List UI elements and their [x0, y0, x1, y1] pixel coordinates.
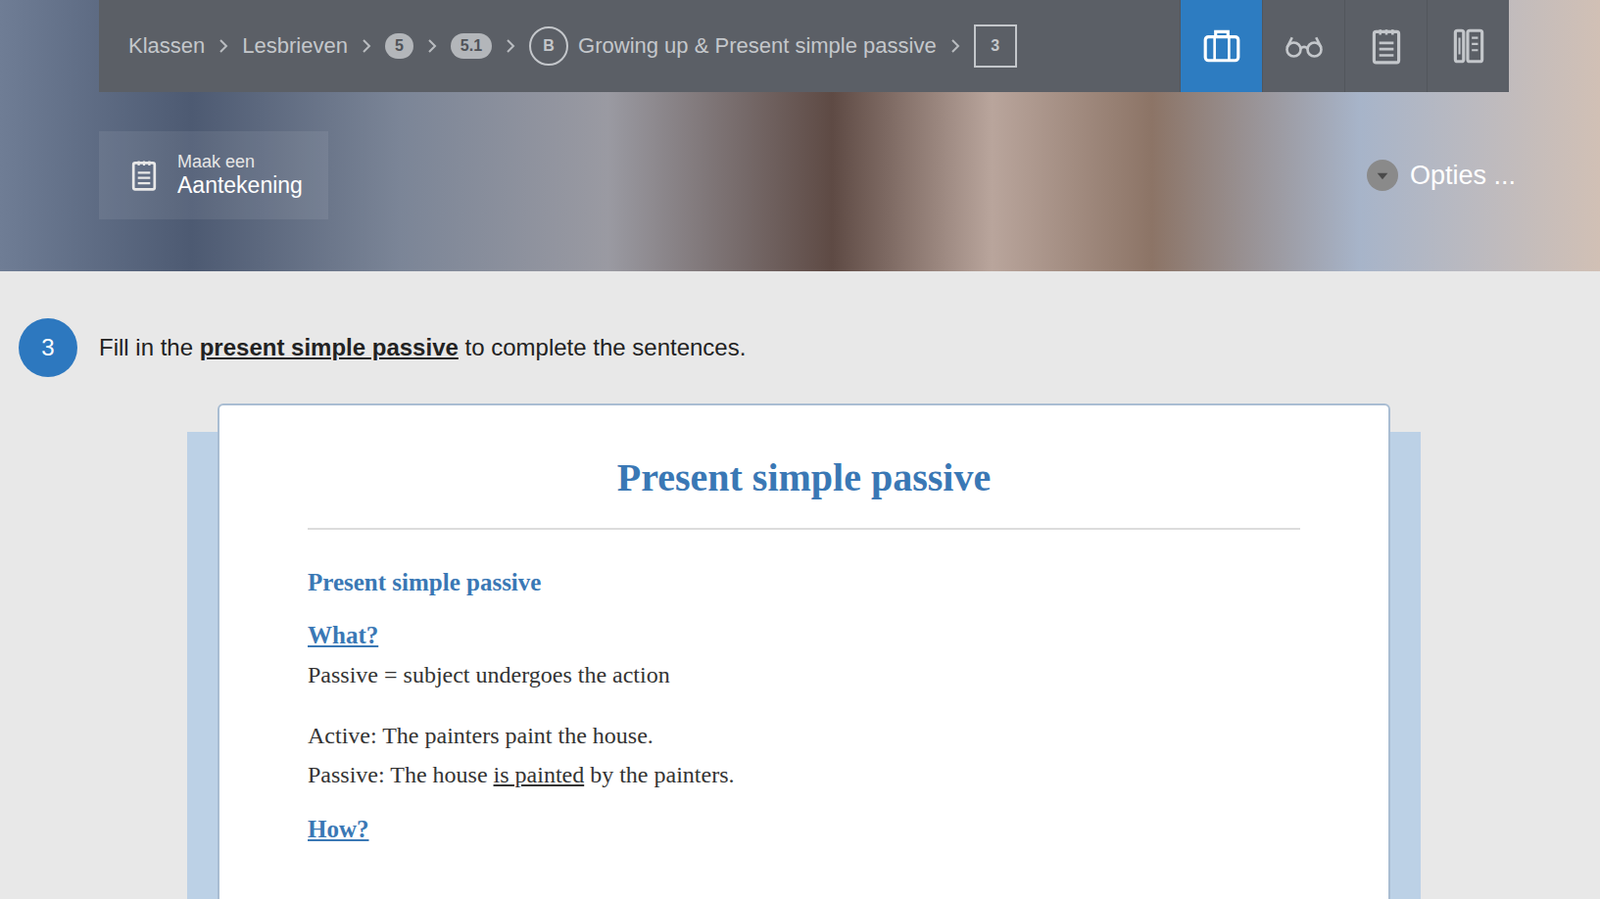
card-section: How?	[307, 816, 1301, 844]
chevron-icon	[427, 38, 437, 54]
chevron-icon	[218, 38, 229, 54]
page: Klassen Lesbrieven 5 5.1 B Growing up & Prese…	[0, 0, 1600, 899]
card-section: What? Passive = subject undergoes the act…	[307, 622, 1301, 795]
breadcrumb-badge[interactable]: 5	[385, 33, 414, 59]
paragraph: Active: The painters paint the house.Pas…	[307, 716, 1301, 795]
note-label: Maak eenAantekening	[177, 151, 303, 199]
exercise: 3 Fill in the present simple passive to c…	[0, 271, 1600, 899]
text-line: Passive: The house is painted by the pai…	[307, 755, 1301, 795]
book-icon	[1448, 25, 1490, 67]
top-navbar: Klassen Lesbrieven 5 5.1 B Growing up & Prese…	[98, 0, 1509, 93]
breadcrumb: Klassen Lesbrieven 5 5.1 B Growing up & Prese…	[98, 0, 1018, 93]
breadcrumb-badge[interactable]: 5.1	[450, 33, 492, 59]
grammar-card: Present simple passive Present simple pas…	[217, 403, 1391, 899]
text-line: Active: The painters paint the house.	[307, 716, 1301, 756]
card-title: Present simple passive	[307, 454, 1301, 501]
exercise-number: 3	[18, 318, 78, 378]
breadcrumb-link[interactable]: Lesbrieven	[242, 33, 348, 59]
breadcrumb-link[interactable]: Klassen	[128, 33, 205, 59]
header-banner: Klassen Lesbrieven 5 5.1 B Growing up & Prese…	[0, 0, 1600, 272]
note-button[interactable]: Maak eenAantekening	[98, 131, 329, 220]
instruction: Fill in the present simple passive to co…	[98, 334, 746, 362]
briefcase-icon	[1201, 25, 1243, 67]
card-subtitle: Present simple passive	[307, 569, 1301, 597]
toolbar-button[interactable]	[1179, 0, 1262, 93]
card-stack: Present simple passive Present simple pas…	[187, 403, 1421, 899]
exercise-header: 3 Fill in the present simple passive to c…	[0, 318, 1600, 378]
divider	[307, 528, 1301, 531]
toolbar-button[interactable]	[1344, 0, 1427, 93]
clipboard-icon	[126, 155, 162, 195]
header-actions: Maak eenAantekening Opties ...	[0, 92, 1600, 220]
toolbar-button[interactable]	[1426, 0, 1509, 93]
glasses-icon	[1283, 25, 1325, 67]
chevron-icon	[950, 38, 961, 54]
clipboard-icon	[1365, 25, 1407, 67]
toolbar	[1179, 0, 1509, 93]
breadcrumb-lesson[interactable]: B Growing up & Present simple passive	[529, 26, 937, 66]
lesson-title: Growing up & Present simple passive	[578, 33, 937, 59]
section-heading: How?	[307, 816, 1301, 844]
chevron-icon	[361, 38, 372, 54]
dropdown-icon	[1366, 159, 1399, 192]
paragraph: Passive = subject undergoes the action	[307, 655, 1301, 695]
section-heading: What?	[307, 622, 1301, 650]
lesson-marker: B	[529, 26, 569, 66]
breadcrumb-step[interactable]: 3	[973, 24, 1018, 68]
chevron-icon	[505, 38, 516, 54]
options-button[interactable]: Opties ...	[1360, 158, 1522, 193]
text-line: Passive = subject undergoes the action	[307, 655, 1301, 695]
toolbar-button[interactable]	[1261, 0, 1345, 93]
